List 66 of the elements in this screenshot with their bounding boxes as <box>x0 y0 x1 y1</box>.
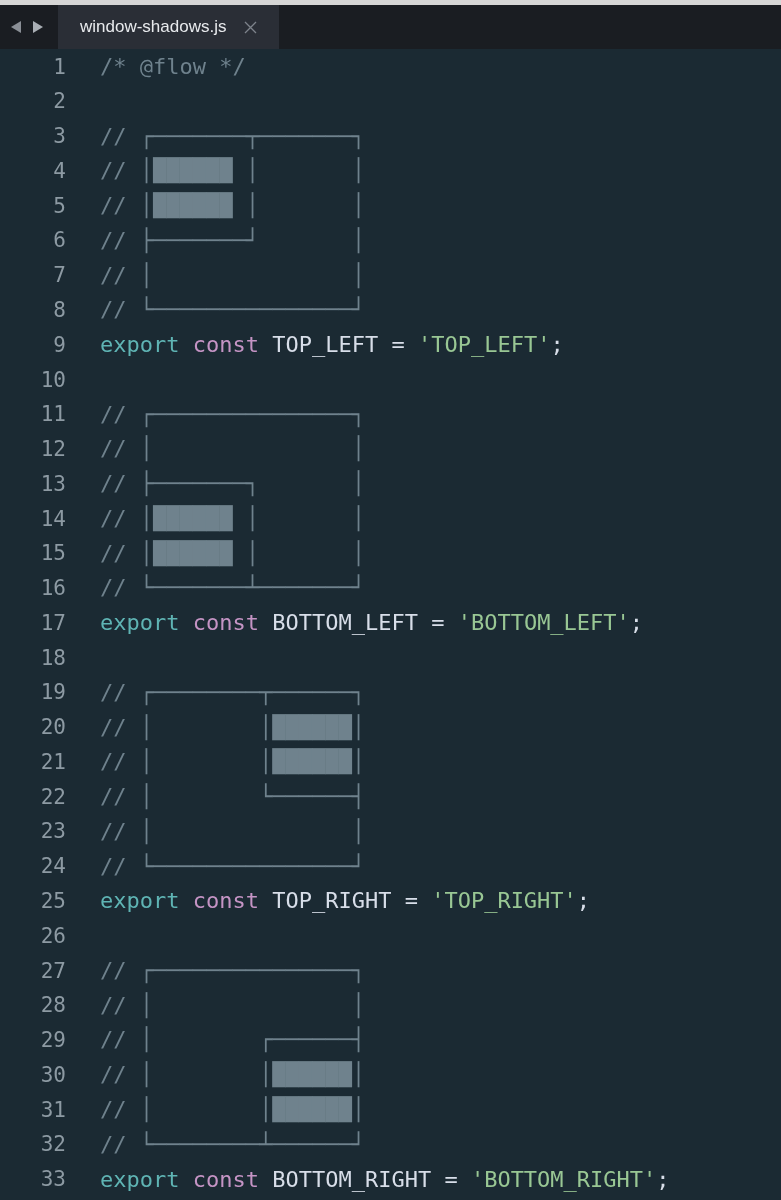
code-line: // │ │ <box>100 261 365 291</box>
code-line: export const BOTTOM_LEFT = 'BOTTOM_LEFT'; <box>100 609 644 638</box>
code-line: // │ │ <box>100 817 365 847</box>
line-number: 11 <box>40 402 66 427</box>
line-number: 4 <box>53 158 66 183</box>
code-line: export const TOP_RIGHT = 'TOP_RIGHT'; <box>100 887 591 916</box>
code-line: // ├───────┐ │ <box>100 469 365 499</box>
line-number: 30 <box>40 1062 66 1087</box>
line-number: 27 <box>40 958 66 983</box>
code-line: // │██████ │ │ <box>100 156 365 186</box>
line-number: 15 <box>40 541 66 566</box>
line-number: 24 <box>40 854 66 879</box>
code-line: // │██████ │ │ <box>100 191 365 221</box>
line-number: 12 <box>40 437 66 462</box>
line-number: 23 <box>40 819 66 844</box>
code-line: // └───────────────┘ <box>100 852 365 881</box>
line-number: 9 <box>53 332 66 357</box>
line-number: 17 <box>40 610 66 635</box>
line-number: 32 <box>40 1132 66 1157</box>
code-line: /* @flow */ <box>100 53 246 81</box>
back-arrow-icon[interactable] <box>10 20 22 34</box>
line-number: 22 <box>40 784 66 809</box>
code-line: // │ │██████│ <box>100 1060 365 1090</box>
code-line: // ┌───────────────┐ <box>100 400 365 430</box>
code-line: // ├───────┘ │ <box>100 226 365 256</box>
code-line: // │ │██████│ <box>100 713 365 743</box>
code-line: // │ │ <box>100 991 365 1021</box>
line-number: 5 <box>53 193 66 218</box>
code-line: // └───────────────┘ <box>100 295 365 325</box>
code-line: // │ │██████│ <box>100 747 365 777</box>
close-icon[interactable] <box>244 20 258 34</box>
line-number: 16 <box>40 576 66 601</box>
code-line: // │ │ <box>100 434 365 464</box>
code-line: export const BOTTOM_RIGHT = 'BOTTOM_RIGHT'; <box>100 1165 670 1194</box>
line-number: 28 <box>40 993 66 1018</box>
line-number: 33 <box>40 1167 66 1192</box>
code-line: // │ │██████│ <box>100 1095 365 1125</box>
line-number: 3 <box>53 124 66 149</box>
code-line: // │ └──────┤ <box>100 782 365 812</box>
code-line: // ┌────────┬──────┐ <box>100 678 365 708</box>
forward-arrow-icon[interactable] <box>32 20 44 34</box>
code-line: // └────────┴──────┘ <box>100 1130 365 1159</box>
line-number: 20 <box>40 715 66 740</box>
line-number: 7 <box>53 263 66 288</box>
line-number: 14 <box>40 506 66 531</box>
code-line: // ┌───────────────┐ <box>100 956 365 986</box>
line-number: 13 <box>40 471 66 496</box>
line-number: 29 <box>40 1028 66 1053</box>
code-line: // │██████ │ │ <box>100 504 365 534</box>
code-line: // ┌───────┬───────┐ <box>100 122 365 152</box>
line-number: 26 <box>40 923 66 948</box>
line-number: 2 <box>53 89 66 114</box>
file-tab[interactable]: window-shadows.js <box>58 5 280 49</box>
code-line: // │██████ │ │ <box>100 539 365 569</box>
line-number: 8 <box>53 298 66 322</box>
line-number: 31 <box>40 1097 66 1122</box>
code-line: export const TOP_LEFT = 'TOP_LEFT'; <box>100 331 564 360</box>
line-number: 10 <box>40 367 66 392</box>
code-line: // └───────┴───────┘ <box>100 573 365 603</box>
line-number: 6 <box>53 228 66 253</box>
line-number: 18 <box>40 645 66 670</box>
code-line: // │ ┌──────┤ <box>100 1025 365 1055</box>
line-number: 1 <box>53 54 66 79</box>
line-number: 21 <box>40 749 66 774</box>
line-number: 25 <box>40 889 66 913</box>
line-number: 19 <box>40 680 66 705</box>
